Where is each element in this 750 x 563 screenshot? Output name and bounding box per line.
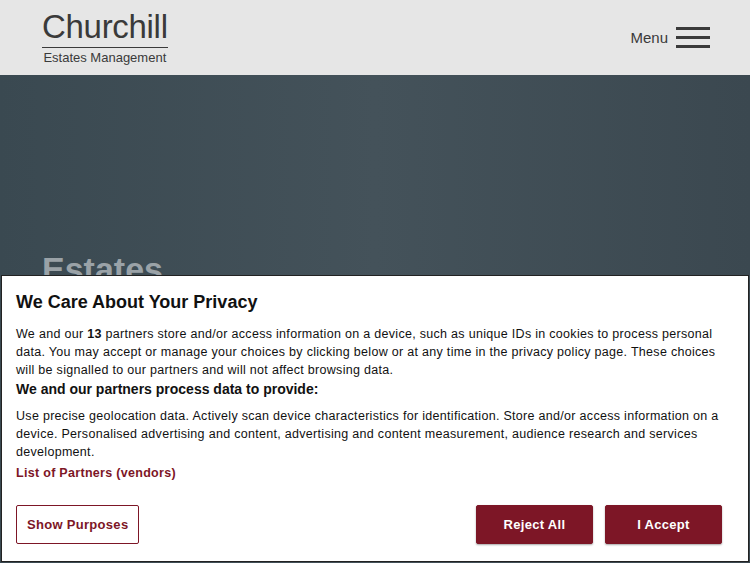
hamburger-icon [676,27,710,48]
site-header: ChurchillEstates Management Menu [0,0,750,75]
menu-button[interactable]: Menu [630,27,710,48]
logo-subtitle: Estates Management [43,48,166,66]
banner-actions: Show Purposes Reject All I Accept [16,505,734,544]
banner-intro: We and our 13 partners store and/or acce… [16,325,734,379]
logo[interactable]: ChurchillEstates Management [42,10,168,66]
logo-title: Churchill [42,10,168,48]
consent-button[interactable]: I Accept [605,505,722,544]
partners-link[interactable]: List of Partners (vendors) [16,466,734,480]
show-purposes-button[interactable]: Show Purposes [16,505,139,544]
page: ChurchillEstates ManagementMenuEstatesWe… [0,0,750,563]
consent-button[interactable]: Reject All [476,505,593,544]
menu-label: Menu [630,29,668,46]
banner-title: We Care About Your Privacy [16,292,734,313]
purposes-heading: We and our partners process data to prov… [16,380,734,398]
purposes-text: Use precise geolocation data. Actively s… [16,407,734,461]
cookie-banner: We Care About Your Privacy We and our 13 … [1,275,749,562]
